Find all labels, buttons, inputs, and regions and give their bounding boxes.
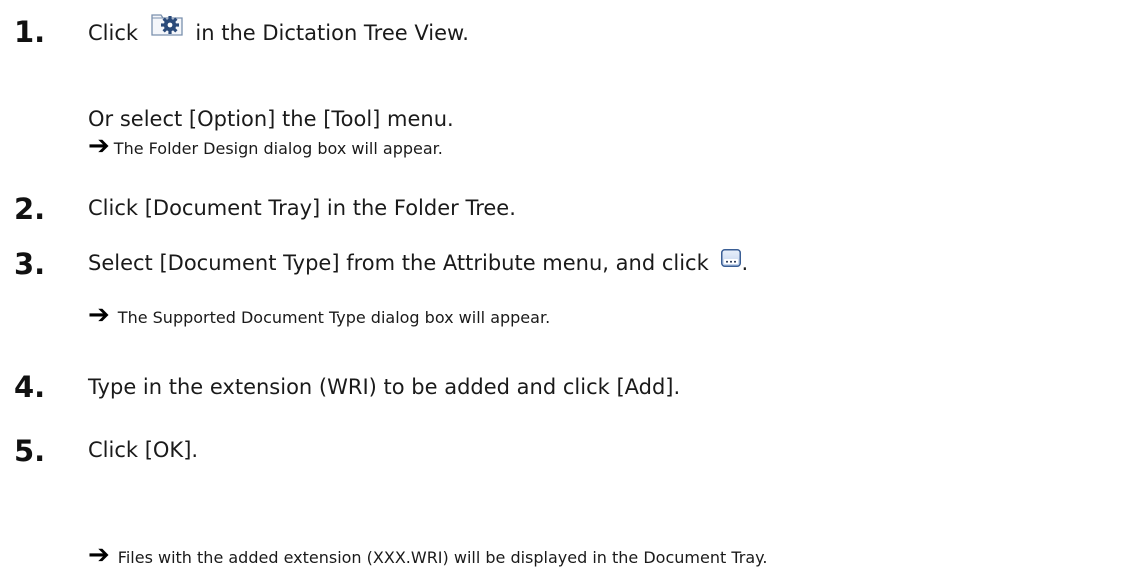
step-1-text-before: Click <box>88 21 139 45</box>
step-3-result-text: The Supported Document Type dialog box w… <box>117 308 551 327</box>
step-2-text: Click [Document Tray] in the Folder Tree… <box>88 196 516 220</box>
step-5-text: Click [OK]. <box>88 438 199 462</box>
step-1-text: Click in the Dictation Tree View. <box>88 14 469 48</box>
step-1-result: ➔ The Folder Design dialog box will appe… <box>88 133 443 159</box>
step-3-result: ➔ The Supported Document Type dialog box… <box>88 302 550 328</box>
step-4-number: 4. <box>14 370 46 404</box>
step-1-number: 1. <box>14 15 46 49</box>
ellipsis-button-icon <box>721 249 742 271</box>
step-1-text-after: in the Dictation Tree View. <box>195 21 469 45</box>
step-5-result-text: Files with the added extension (XXX.WRI)… <box>117 548 768 567</box>
step-3-text: Select [Document Type] from the Attribut… <box>88 249 749 275</box>
right-arrow-icon: ➔ <box>88 131 110 161</box>
step-5-number: 5. <box>14 434 46 468</box>
step-1-result-text: The Folder Design dialog box will appear… <box>113 139 443 158</box>
step-3-number: 3. <box>14 247 46 281</box>
step-3-text-before: Select [Document Type] from the Attribut… <box>88 251 709 275</box>
step-4-text: Type in the extension (WRI) to be added … <box>88 375 681 399</box>
right-arrow-icon: ➔ <box>88 300 110 330</box>
right-arrow-icon: ➔ <box>88 540 110 570</box>
folder-design-gear-icon <box>151 12 183 40</box>
step-3-text-after: . <box>741 251 749 275</box>
step-5-result: ➔ Files with the added extension (XXX.WR… <box>88 542 767 568</box>
step-1-sub-text: Or select [Option] the [Tool] menu. <box>88 107 454 131</box>
step-2-number: 2. <box>14 192 46 226</box>
